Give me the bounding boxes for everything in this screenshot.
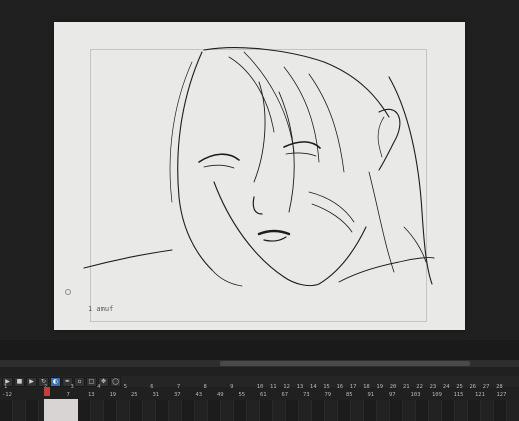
timeline-cell[interactable]: [455, 400, 468, 421]
frame-tick-label: 28: [496, 384, 503, 390]
timeline-cell[interactable]: [351, 400, 364, 421]
timeline-cell[interactable]: [364, 400, 377, 421]
scrollbar-thumb[interactable]: [220, 361, 470, 366]
frame-tick-label: 8: [203, 384, 207, 390]
frame-subtick-label: 61: [260, 392, 267, 398]
frame-subtick-label: 55: [238, 392, 246, 398]
frame-subtick-label: 127: [496, 392, 507, 398]
frame-subtick-label: 13: [88, 392, 95, 398]
timeline-cell[interactable]: [390, 400, 403, 421]
timeline-cell[interactable]: [13, 400, 26, 421]
frame-tick-label: 23: [429, 384, 437, 390]
frame-subtick-label: 43: [195, 392, 203, 398]
frame-subtick-label: 37: [174, 392, 181, 398]
timeline-cell[interactable]: [494, 400, 507, 421]
frame-subtick-label: 31: [152, 392, 160, 398]
timeline-cell[interactable]: [273, 400, 286, 421]
frame-subtick-label: 49: [217, 392, 224, 398]
timeline-cell[interactable]: [416, 400, 429, 421]
frame-tick-label: 6: [150, 384, 154, 390]
frame-subtick-label: 109: [432, 392, 442, 398]
frame-tick-label: 12: [283, 384, 290, 390]
frame-subtick-label: 7: [66, 392, 70, 398]
frame-tick-label: 7: [176, 384, 181, 390]
portrait-sketch: [83, 47, 435, 287]
timeline-cell[interactable]: [182, 400, 195, 421]
timeline-cell[interactable]: [429, 400, 442, 421]
frame-subtick-label: 25: [131, 392, 138, 398]
frame-tick-label: 9: [230, 384, 234, 390]
frame-subtick-label: 73: [303, 392, 310, 398]
brush-cursor-icon: [65, 289, 71, 295]
timeline-cell[interactable]: [104, 400, 117, 421]
timeline-cell[interactable]: [221, 400, 234, 421]
timeline-cell[interactable]: [442, 400, 455, 421]
timeline-cell[interactable]: [208, 400, 221, 421]
timeline-cell[interactable]: [507, 400, 519, 421]
frame-subtick-label: 97: [389, 392, 396, 398]
frame-tick-label: 27: [482, 384, 490, 390]
timeline-cell[interactable]: [286, 400, 299, 421]
timeline-cell[interactable]: [26, 400, 39, 421]
frame-tick-label: 15: [323, 384, 330, 390]
timeline-cell[interactable]: [156, 400, 169, 421]
timeline-cell[interactable]: [468, 400, 481, 421]
timeline-cell[interactable]: [299, 400, 312, 421]
frame-subtick-label: 79: [324, 392, 332, 398]
frame-tick-label: 24: [442, 384, 450, 390]
scene-label: 1 amuf: [88, 305, 114, 313]
frame-tick-label: 13: [296, 384, 304, 390]
frame-tick-label: 16: [336, 384, 344, 390]
frame-tick-label: 4: [97, 384, 101, 390]
frame-tick-label: 22: [416, 384, 423, 390]
timeline-cell[interactable]: [234, 400, 247, 421]
frame-subtick-label: 103: [410, 392, 421, 398]
timeline-cell[interactable]: [78, 400, 91, 421]
frame-subtick-label: 91: [367, 392, 375, 398]
timeline-cell[interactable]: [338, 400, 351, 421]
frame-tick-label: 26: [469, 384, 477, 390]
frame-subtick-label: 19: [109, 392, 117, 398]
frame-tick-label: 14: [309, 384, 317, 390]
timeline-cell[interactable]: [91, 400, 104, 421]
drawing-canvas[interactable]: 1 amuf: [54, 22, 465, 330]
timeline-cell[interactable]: [130, 400, 143, 421]
frame-tick-label: 10: [256, 384, 264, 390]
timeline-cell[interactable]: [169, 400, 182, 421]
frame-tick-label: 18: [363, 384, 370, 390]
frame-tick-label: 5: [123, 384, 127, 390]
frame-tick-label: 21: [403, 384, 410, 390]
frame-subtick-label: 115: [453, 392, 464, 398]
playhead-marker[interactable]: [44, 387, 50, 396]
current-frame-cell[interactable]: [44, 399, 78, 421]
frame-tick-label: 1: [4, 384, 8, 390]
timeline-cell[interactable]: [312, 400, 325, 421]
timeline-cell[interactable]: [260, 400, 273, 421]
timeline-cell[interactable]: [325, 400, 338, 421]
frame-tick-label: 3: [70, 384, 74, 390]
frame-tick-label: 19: [376, 384, 384, 390]
timeline-cell[interactable]: [0, 400, 13, 421]
timeline-cell[interactable]: [195, 400, 208, 421]
timeline-cell[interactable]: [143, 400, 156, 421]
timeline-cell[interactable]: [481, 400, 494, 421]
frame-subtick-label: -12: [2, 392, 12, 398]
timeline-cell[interactable]: [377, 400, 390, 421]
timeline-cell[interactable]: [247, 400, 260, 421]
frame-subtick-label: 121: [475, 392, 485, 398]
frame-tick-label: 20: [389, 384, 397, 390]
timeline-cell[interactable]: [403, 400, 416, 421]
frame-subtick-label: 85: [346, 392, 353, 398]
frame-tick-label: 17: [349, 384, 357, 390]
timeline-cell[interactable]: [117, 400, 130, 421]
frame-tick-label: 25: [456, 384, 463, 390]
horizontal-scrollbar[interactable]: [0, 360, 519, 367]
frame-tick-label: 11: [270, 384, 277, 390]
timeline-ruler[interactable]: 1234567891011121314151617181920212223242…: [0, 384, 519, 400]
frame-subtick-label: 67: [281, 392, 289, 398]
